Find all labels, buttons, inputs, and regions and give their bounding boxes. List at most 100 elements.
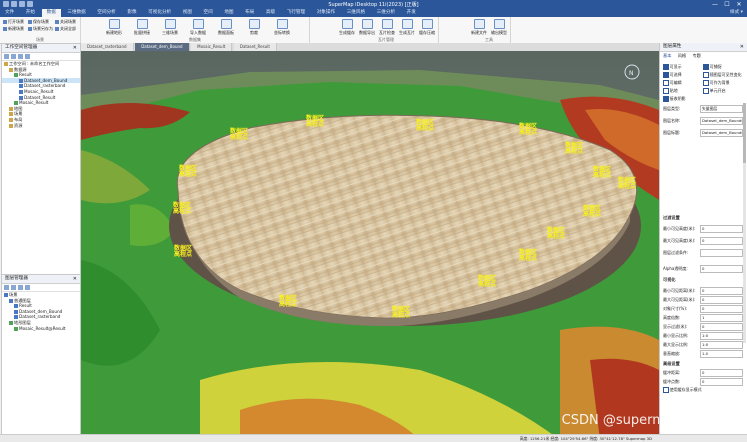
doc-tab-mosaic-result[interactable]: Mosaic_Result xyxy=(191,43,233,51)
new-icon[interactable] xyxy=(4,54,9,59)
close-scene-button[interactable]: 关闭场景 xyxy=(55,19,76,25)
style-dropdown[interactable]: 样式 ▾ xyxy=(730,9,743,17)
checkbox-icon xyxy=(663,387,669,393)
layer-manager-panel: 图层管理器 ✕ 场景 普通图层 Result Dataset_dem_Bound Data… xyxy=(1,274,81,435)
tab-visual-analysis[interactable]: 可视化分析 xyxy=(143,9,176,17)
close-button[interactable]: ✕ xyxy=(733,0,745,9)
prop-field[interactable]: 0 xyxy=(700,237,743,245)
datasource-icon xyxy=(14,101,18,106)
transform-icon xyxy=(276,19,288,29)
checkbox-icon xyxy=(703,64,709,70)
ribbon-group-scene: 打开场景 新建场景 保存场景 场景另存为 关闭场景 关闭全部 场景 xyxy=(0,17,81,43)
down-icon[interactable] xyxy=(25,285,30,290)
props-checkbox[interactable]: 单元开启 xyxy=(703,87,726,94)
tab-advanced[interactable]: 高级 xyxy=(261,9,280,17)
tab-map[interactable]: 地图 xyxy=(219,9,238,17)
props-checkbox[interactable]: 接收阴影 xyxy=(663,95,686,102)
generate-tiles-button[interactable]: 生成瓦片 xyxy=(396,19,418,36)
tab-view[interactable]: 视图 xyxy=(178,9,197,17)
tab-3d-analysis[interactable]: 三维分析 xyxy=(372,9,400,17)
close-icon[interactable]: ✕ xyxy=(73,275,77,283)
alpha-field[interactable]: 0 xyxy=(700,265,743,273)
scroll-thumb[interactable] xyxy=(743,103,746,163)
generate-cache-button[interactable]: 生成缓存 xyxy=(336,19,358,36)
refresh-icon[interactable] xyxy=(25,54,30,59)
prop-field[interactable]: 1:0 xyxy=(700,341,743,349)
new-file-button[interactable]: 新建文件 xyxy=(468,19,490,36)
props-checkbox[interactable]: 可显示 xyxy=(663,63,682,70)
prop-field[interactable]: 0 xyxy=(700,323,743,331)
props-title: 图层属性 xyxy=(663,44,682,49)
tab-imagery[interactable]: 影像 xyxy=(122,9,141,17)
cache-mode-checkbox[interactable]: 使用缓存显示模式 xyxy=(663,386,702,393)
cache-compress-button[interactable]: 缓存压缩 xyxy=(416,19,438,36)
3d-scene-view[interactable]: N 数据区 高程点 数据区 高程点 数据区 高程点 数据区 高程点 数据区 高程点 数据区 高程点 数据… xyxy=(81,51,659,440)
batch-mosaic-button[interactable]: 批量拼接 xyxy=(131,19,153,36)
prop-field[interactable]: 1:0 xyxy=(700,332,743,340)
props-tab-basic[interactable]: 基本 xyxy=(663,53,671,58)
tree-node[interactable]: 资源 xyxy=(2,123,80,129)
tab-3d-style[interactable]: 三维风格 xyxy=(342,9,370,17)
tab-data[interactable]: 数据 xyxy=(41,9,61,17)
prop-field[interactable]: Dataset_dem_Bound@Result xyxy=(700,117,743,125)
new-terrain-button[interactable]: 新建地形 xyxy=(103,19,125,36)
tab-object-ops[interactable]: 对象操作 xyxy=(312,9,340,17)
props-checkbox[interactable]: 贴地 xyxy=(663,87,678,94)
clip-button[interactable]: 剪裁 xyxy=(243,19,265,36)
open-icon[interactable] xyxy=(11,54,16,59)
save-scene-as-button[interactable]: 场景另存为 xyxy=(28,26,53,32)
prop-field[interactable]: 0 xyxy=(700,225,743,233)
save-scene-button[interactable]: 保存场景 xyxy=(28,19,49,25)
tab-3d-data[interactable]: 三维数据 xyxy=(62,9,90,17)
close-icon[interactable]: ✕ xyxy=(73,44,77,52)
tab-file[interactable]: 文件 xyxy=(0,9,19,17)
props-checkbox[interactable]: 可编辑 xyxy=(663,79,682,86)
doc-tab-dataset-result[interactable]: Dataset_Result xyxy=(233,43,277,51)
props-checkbox[interactable]: 可选择 xyxy=(663,71,682,78)
remove-layer-icon[interactable] xyxy=(11,285,16,290)
up-icon[interactable] xyxy=(18,285,23,290)
prop-field[interactable] xyxy=(700,249,743,257)
save-icon[interactable] xyxy=(18,54,23,59)
tab-spatial-analysis[interactable]: 空间分析 xyxy=(92,9,120,17)
close-all-button[interactable]: 关闭全部 xyxy=(55,26,76,32)
open-scene-button[interactable]: 打开场景 xyxy=(3,19,24,25)
prop-field[interactable]: 1.0 xyxy=(700,350,743,358)
doc-tab-rasterband[interactable]: Dataset_rasterband xyxy=(81,43,134,51)
prop-field[interactable]: 矢量图层 xyxy=(700,105,743,113)
prop-field[interactable]: 1 xyxy=(700,314,743,322)
import-data-button[interactable]: 导入数据 xyxy=(187,19,209,36)
prop-field[interactable]: 0 xyxy=(700,378,743,386)
props-tab-style[interactable]: 风格 xyxy=(678,53,686,58)
tab-layout[interactable]: 布局 xyxy=(240,9,259,17)
prop-field[interactable]: Dataset_dem_Bound@Result xyxy=(700,129,743,137)
tab-develop[interactable]: 开发 xyxy=(402,9,421,17)
tile-check-button[interactable]: 瓦片检查 xyxy=(376,19,398,36)
prop-field[interactable]: 0 xyxy=(700,369,743,377)
minimize-button[interactable]: — xyxy=(709,0,721,9)
prop-field[interactable]: 0 xyxy=(700,287,743,295)
props-scrollbar[interactable] xyxy=(743,103,746,343)
props-checkbox[interactable]: 可作为背景 xyxy=(703,79,730,86)
maximize-button[interactable]: ☐ xyxy=(721,0,733,9)
props-checkbox[interactable]: 可捕捉 xyxy=(703,63,722,70)
new-scene-button[interactable]: 新建场景 xyxy=(3,26,24,32)
tree-node-label: 布局 xyxy=(14,116,23,122)
3d-scene-button[interactable]: 三维场景 xyxy=(159,19,181,36)
add-layer-icon[interactable] xyxy=(4,285,9,290)
prop-field[interactable]: 0 xyxy=(700,305,743,313)
props-tab-theme[interactable]: 专题 xyxy=(692,53,700,58)
close-icon[interactable]: ✕ xyxy=(740,43,744,51)
data-export-button[interactable]: 数据导出 xyxy=(356,19,378,36)
layer-node[interactable]: Mosaic_Result@Result xyxy=(2,326,80,332)
prop-field[interactable]: 0 xyxy=(700,296,743,304)
coord-transform-button[interactable]: 坐标转换 xyxy=(271,19,293,36)
tab-start[interactable]: 开始 xyxy=(21,9,40,17)
dataset-icon xyxy=(19,84,23,89)
tab-space[interactable]: 空间 xyxy=(199,9,218,17)
output-model-button[interactable]: 输出模型 xyxy=(488,19,510,36)
doc-tab-dem-bound[interactable]: Dataset_dem_Bound xyxy=(135,43,190,51)
data-panel-button[interactable]: 数据面板 xyxy=(215,19,237,36)
props-checkbox[interactable]: 随图层可见性变化 xyxy=(703,71,742,78)
tab-flight[interactable]: 飞行管理 xyxy=(282,9,310,17)
